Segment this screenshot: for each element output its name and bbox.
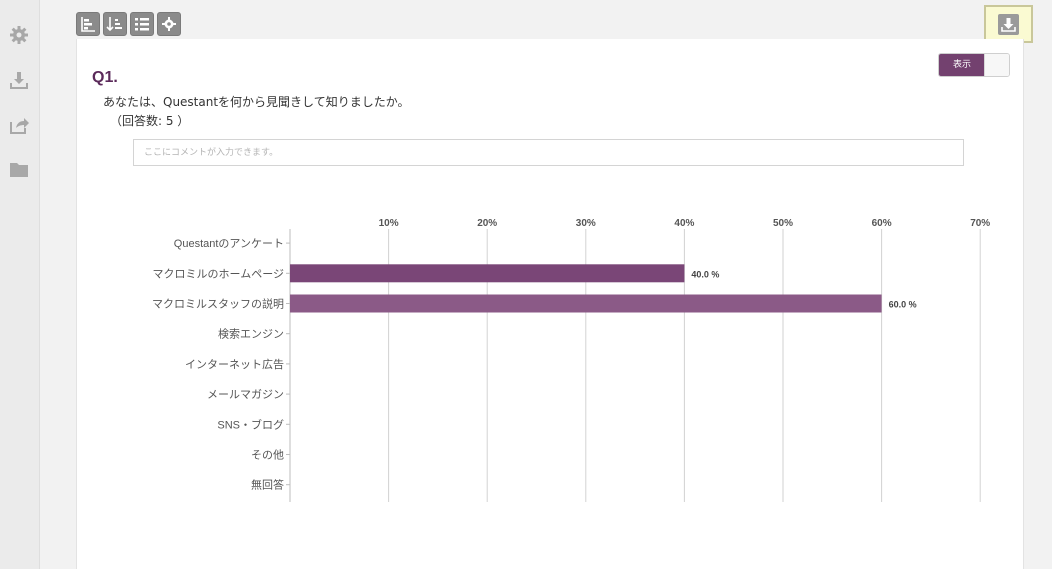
list-icon[interactable] (130, 12, 154, 36)
bar (290, 264, 685, 283)
x-tick-label: 70% (970, 218, 990, 229)
x-tick-label: 20% (477, 218, 497, 229)
download-icon[interactable] (8, 69, 30, 91)
category-label: 検索エンジン (218, 327, 284, 341)
data-label: 40.0 % (691, 269, 719, 279)
category-label: メールマガジン (207, 388, 284, 401)
category-label: SNS・ブログ (217, 417, 284, 431)
bar-chart: 10% 20% 30% 40% 50% 60% 70% Questantのアンケートマクロミル… (152, 218, 990, 502)
download-icon (998, 14, 1019, 35)
sort-icon[interactable] (103, 12, 127, 36)
settings-icon[interactable] (157, 12, 181, 36)
question-panel: 表示 Q1. あなたは、Questantを何から見聞きして知りましたか。 （回答… (76, 39, 1024, 569)
folder-icon[interactable] (8, 158, 30, 180)
left-sidebar (0, 0, 40, 569)
x-tick-label: 60% (872, 218, 892, 229)
x-tick-label: 40% (674, 218, 694, 229)
category-label: インターネット広告 (185, 358, 284, 371)
category-label: その他 (251, 449, 284, 462)
category-label: マクロミルのホームページ (153, 267, 284, 280)
x-tick-label: 50% (773, 218, 793, 229)
data-label: 60.0 % (889, 300, 917, 310)
category-label: Questantのアンケート (174, 237, 284, 250)
bar (290, 294, 882, 313)
x-tick-label: 10% (379, 218, 399, 229)
category-label: マクロミルスタッフの説明 (152, 297, 284, 311)
category-label: 無回答 (251, 478, 284, 492)
download-button[interactable] (984, 5, 1033, 43)
x-tick-label: 30% (576, 218, 596, 229)
gear-icon[interactable] (8, 24, 30, 46)
share-icon[interactable] (8, 114, 30, 136)
bar-chart-icon[interactable] (76, 12, 100, 36)
